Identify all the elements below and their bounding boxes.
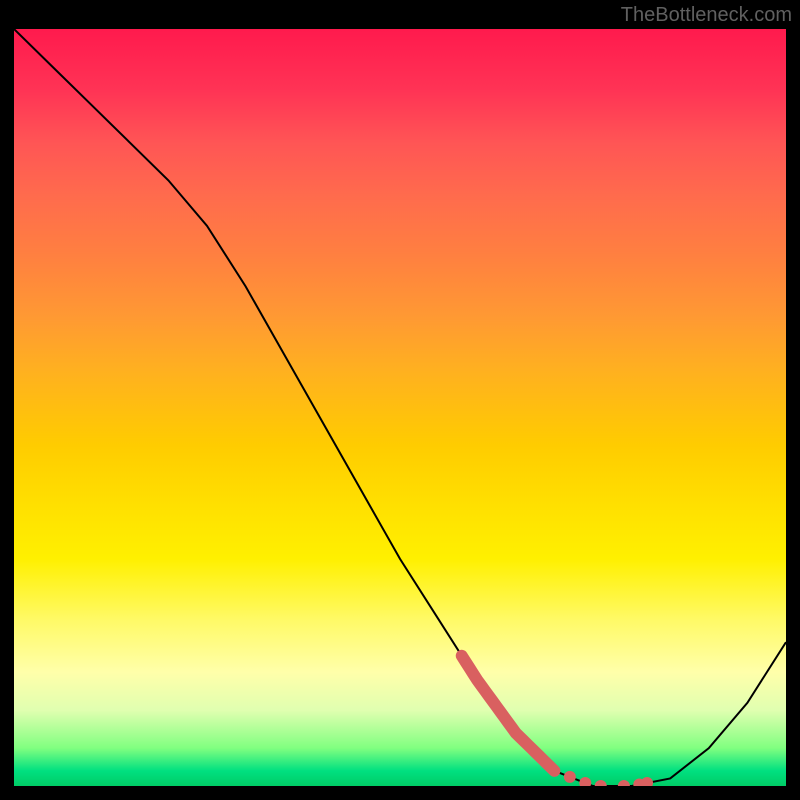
red-dot-cluster: [14, 29, 786, 786]
watermark-text: TheBottleneck.com: [621, 4, 792, 27]
chart-plot-area: [14, 29, 786, 786]
